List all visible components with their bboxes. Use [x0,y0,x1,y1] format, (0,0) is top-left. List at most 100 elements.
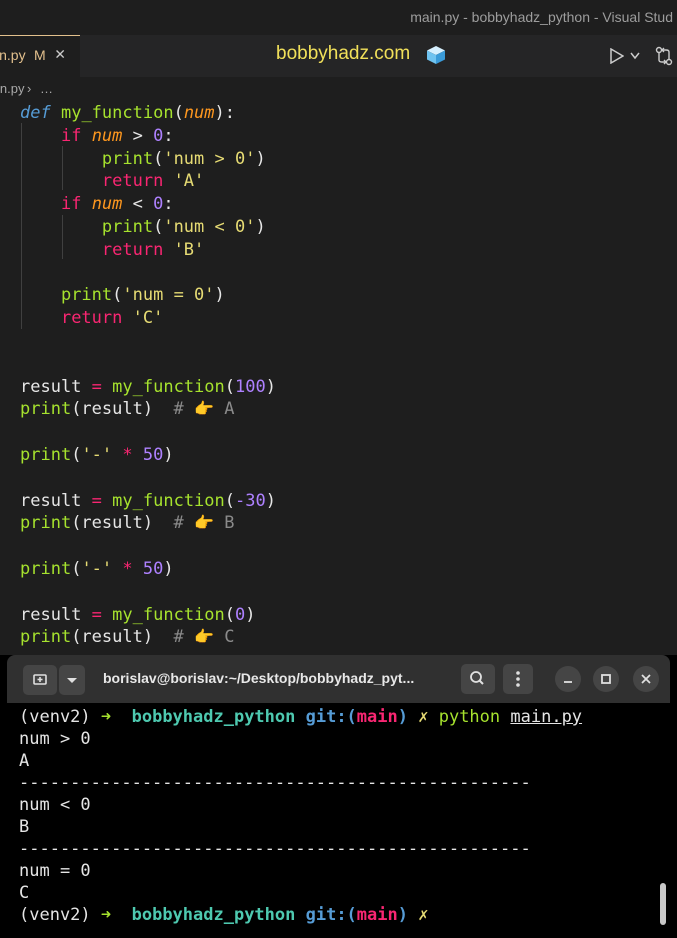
terminal-output-line: A [19,750,29,772]
code-token: if [60,194,82,215]
code-line: if num < 0: [20,193,174,215]
breadcrumb-file[interactable]: in.py [0,81,24,96]
code-token: A [213,399,235,420]
code-token: bobbyhadz_python [121,707,306,727]
code-token: 'num < 0' [163,217,256,237]
code-token: main.py [510,707,583,727]
code-token: ➜ [100,905,122,925]
code-token: ) [255,148,266,169]
code-token: bobbyhadz_python [121,905,306,925]
terminal-search-button[interactable] [461,664,495,694]
code-token: ): [214,103,236,123]
terminal-output-line: num > 0 [19,728,91,750]
code-line: print('-' * 50) [20,444,174,466]
code-token: C [213,627,235,648]
code-token: ) [245,604,256,625]
code-line: print('-' * 50) [20,558,174,580]
code-token: num < 0 [19,795,91,815]
code-token: 50 [142,559,164,579]
code-token: return [101,171,164,192]
minimize-icon [564,681,572,683]
terminal-output-line: (venv2) ➜ bobbyhadz_python git:(main) ✗ [19,904,428,926]
code-token: main [356,707,398,727]
code-token: # [153,399,195,420]
code-token: git:( [305,707,357,727]
code-token: print [20,559,72,579]
close-icon[interactable]: ✕ [55,44,65,64]
code-token: ( [224,490,236,511]
code-token: ) [397,707,408,727]
code-token: '-' [81,559,113,579]
code-token: ) [163,559,174,579]
code-token: num [183,103,215,123]
code-line: return 'C' [20,307,163,329]
code-token: : [163,194,174,215]
code-token: my_function [112,376,225,397]
breadcrumb-more[interactable]: … [40,81,53,96]
code-line: print(result) # 👉 C [20,626,234,648]
code-token: ( [71,445,82,465]
terminal-header: borislav@borislav:~/Desktop/bobbyhadz_py… [7,655,670,703]
close-button[interactable] [633,666,659,692]
code-token: ) [265,376,276,397]
code-token: ( [173,103,184,123]
code-editor[interactable]: def my_function(num): if num > 0: print(… [0,101,677,661]
code-token: 'num = 0' [122,285,215,306]
code-token: def [20,103,51,123]
code-token: print [101,217,154,237]
tab-main-py[interactable]: in.py M ✕ [0,35,80,77]
terminal-output-line: num = 0 [19,860,91,882]
terminal-window[interactable]: borislav@borislav:~/Desktop/bobbyhadz_py… [0,655,677,938]
window-title: main.py - bobbyhadz_python - Visual Stud [410,9,673,25]
code-token: ----------------------------------------… [19,773,531,793]
tab-bar: in.py M ✕ bobbyhadz.com [0,35,677,77]
code-token: * [122,445,133,465]
code-token: ( [153,217,164,237]
code-token: num [91,194,123,215]
code-line: def my_function(num): [20,102,235,124]
code-token: ) [397,905,408,925]
terminal-output-line: C [19,882,29,904]
terminal-output-line: num < 0 [19,794,91,816]
terminal-output-line: B [19,816,29,838]
title-bar: main.py - bobbyhadz_python - Visual Stud [0,0,677,35]
minimize-button[interactable] [555,666,581,692]
chevron-down-icon[interactable] [630,52,640,60]
code-line: print('num = 0') [20,284,225,306]
compare-changes-icon[interactable] [655,46,673,66]
code-token: B [213,513,235,534]
code-token: 0 [153,194,164,215]
run-icon[interactable] [610,48,624,64]
new-tab-button[interactable] [23,665,57,695]
code-line: result = my_function(-30) [20,490,276,512]
code-token: num [91,125,123,146]
modified-badge: M [34,47,46,63]
code-token: 'num > 0' [163,148,256,169]
code-token: # [153,627,195,648]
terminal-menu-dropdown[interactable] [59,665,85,695]
code-token: -30 [235,490,266,511]
code-token: print [20,513,72,534]
terminal-menu-button[interactable] [503,664,533,694]
code-token: 100 [235,376,266,397]
maximize-button[interactable] [593,666,619,692]
code-token: print [60,285,113,306]
code-token: return [60,308,123,329]
code-token: (venv2) [19,707,101,727]
terminal-scrollbar[interactable] [660,883,666,925]
code-token: = [91,376,102,397]
code-token: print [20,445,72,465]
code-token: print [20,399,72,420]
code-token: * [122,559,133,579]
